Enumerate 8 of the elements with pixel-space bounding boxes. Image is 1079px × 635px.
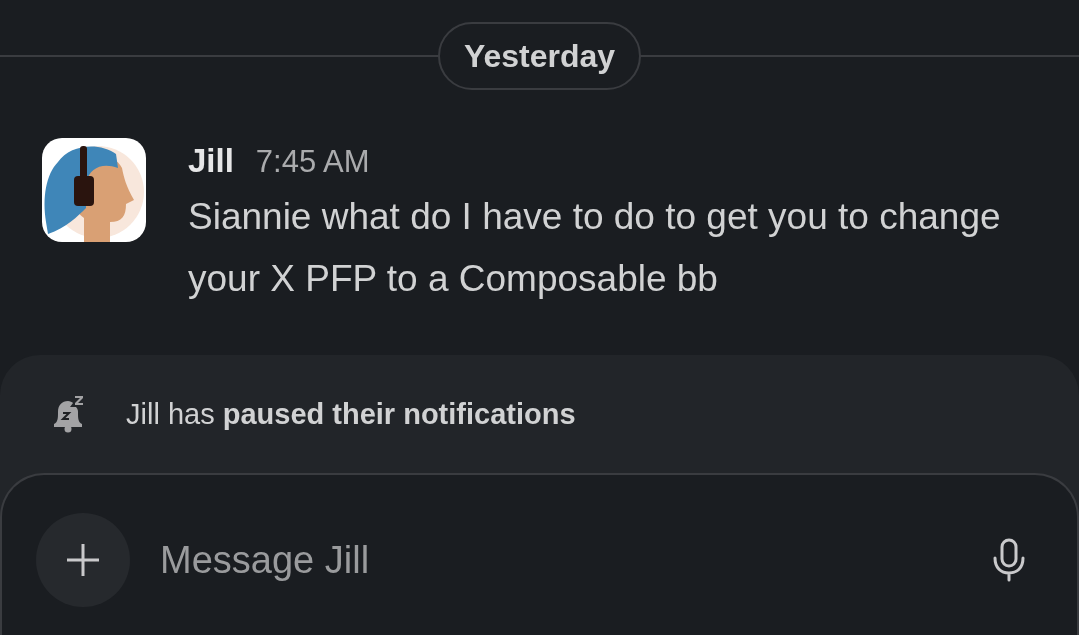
- microphone-icon[interactable]: [991, 538, 1027, 582]
- message-text: Siannie what do I have to do to get you to change your X PFP to a Composable bb: [188, 195, 1002, 301]
- date-divider[interactable]: Yesterday: [437, 22, 642, 90]
- avatar-icon[interactable]: [42, 138, 146, 242]
- notification-notice: Jill has paused their notifications: [126, 397, 576, 431]
- message-input[interactable]: Message Jill: [158, 537, 991, 583]
- message-time: 7:45 AM: [255, 144, 370, 180]
- author-name[interactable]: Jill: [188, 142, 234, 180]
